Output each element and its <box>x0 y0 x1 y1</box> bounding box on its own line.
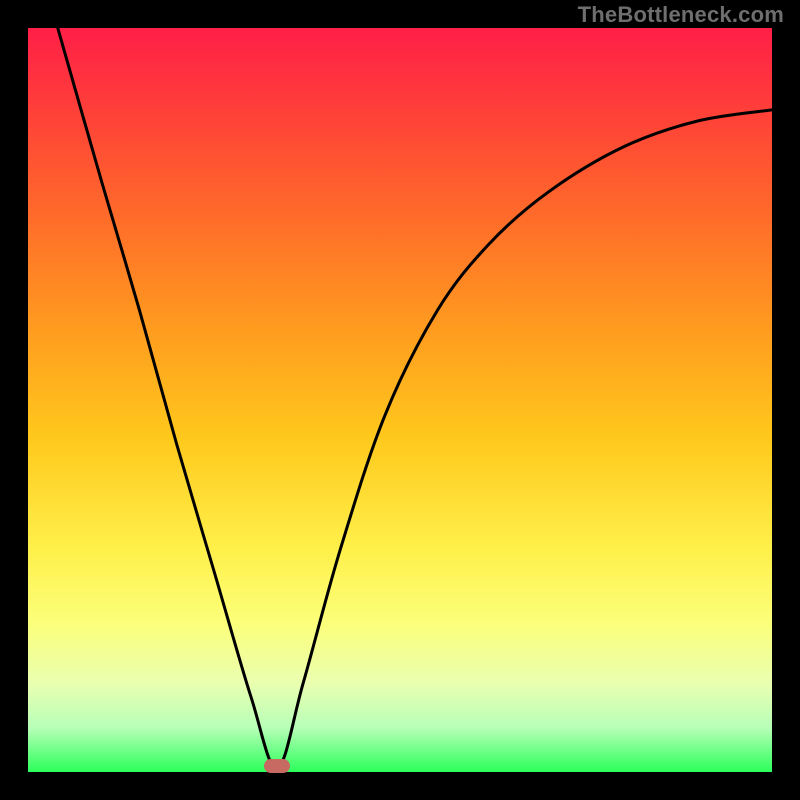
curve-path <box>58 28 772 768</box>
plot-area <box>28 28 772 772</box>
curve-svg <box>28 28 772 772</box>
min-marker <box>264 759 290 773</box>
chart-frame: TheBottleneck.com <box>0 0 800 800</box>
watermark-text: TheBottleneck.com <box>578 2 784 28</box>
